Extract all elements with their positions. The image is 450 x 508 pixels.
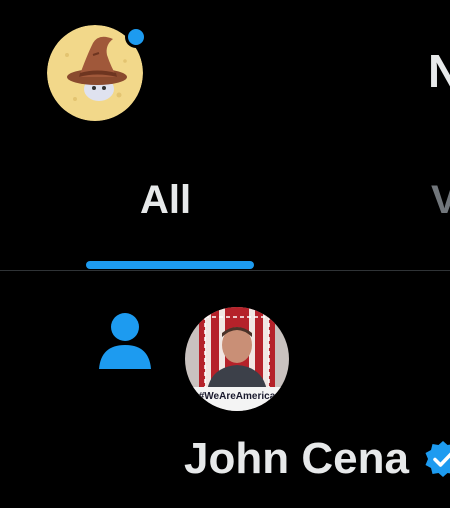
user-avatar[interactable]: #WeAreAmerica — [185, 307, 289, 411]
notification-dot — [125, 26, 147, 48]
tab-verified[interactable]: V — [431, 180, 450, 220]
svg-text:#WeAreAmerica: #WeAreAmerica — [199, 391, 276, 402]
notification-tabs: All V — [0, 150, 450, 270]
page-title: N — [428, 45, 450, 97]
profile-avatar-button[interactable] — [47, 25, 147, 121]
user-name-row: John Cena — [184, 437, 450, 481]
notification-item[interactable]: #WeAreAmerica John Cena — [0, 271, 450, 508]
person-icon — [97, 311, 153, 371]
tab-all[interactable]: All — [140, 180, 191, 220]
top-app-bar: N — [0, 0, 450, 150]
tab-selected-indicator — [86, 261, 254, 269]
verified-badge-icon — [423, 439, 450, 479]
user-name[interactable]: John Cena — [184, 437, 409, 481]
